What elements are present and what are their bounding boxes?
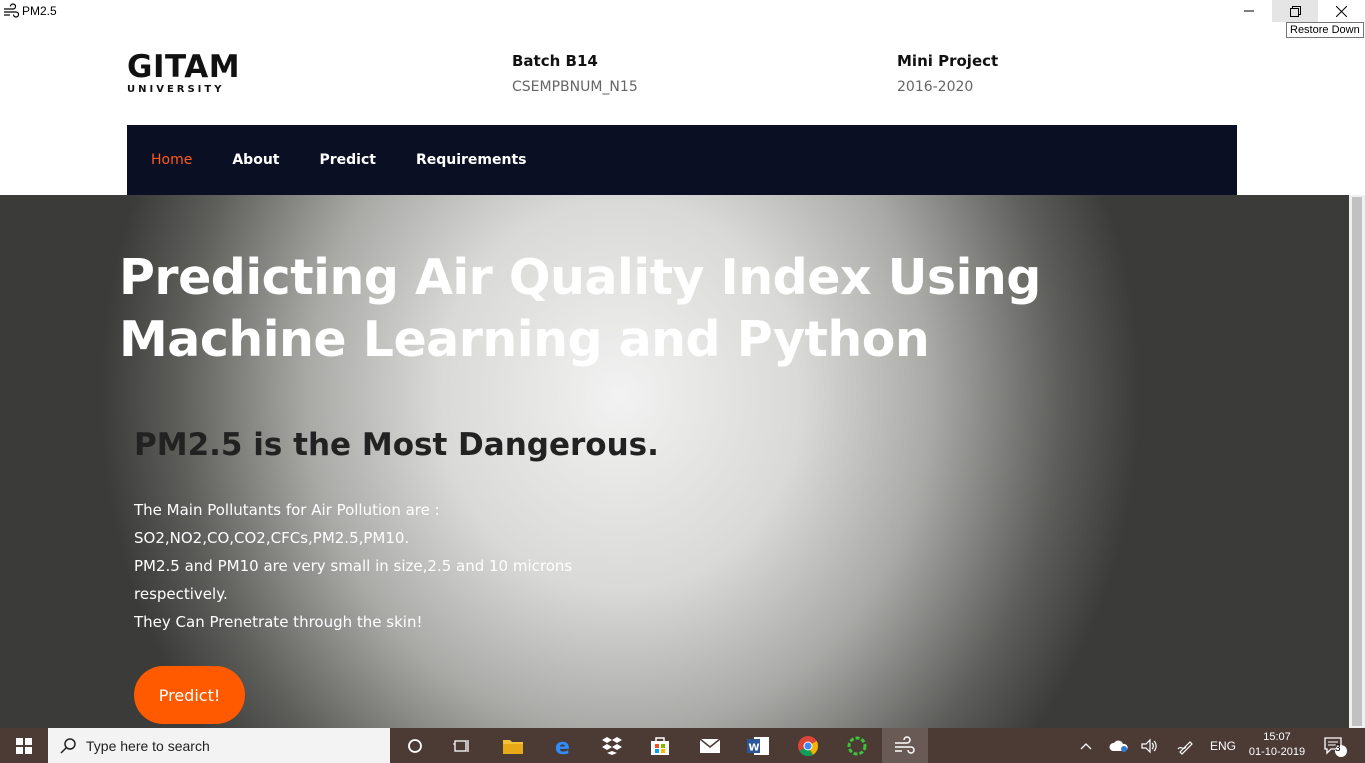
chrome-button[interactable] bbox=[785, 728, 831, 763]
hero-line: The Main Pollutants for Air Pollution ar… bbox=[134, 501, 440, 519]
edge-button[interactable]: e bbox=[541, 728, 587, 763]
taskbar: Type here to search e W ENG 15:07 01-10-… bbox=[0, 728, 1365, 763]
close-icon bbox=[1335, 5, 1347, 17]
cortana-icon bbox=[408, 738, 422, 753]
taskbar-search[interactable]: Type here to search bbox=[48, 728, 390, 763]
restore-down-button[interactable] bbox=[1272, 0, 1318, 22]
dropbox-button[interactable] bbox=[589, 728, 635, 763]
batch-title: Batch B14 bbox=[512, 52, 598, 70]
task-view-button[interactable] bbox=[439, 728, 485, 763]
nav-requirements[interactable]: Requirements bbox=[416, 152, 527, 168]
wind-icon bbox=[4, 3, 20, 18]
word-icon: W bbox=[747, 736, 769, 755]
logo-sub-text: UNIVERSITY bbox=[127, 84, 225, 95]
close-button[interactable] bbox=[1318, 0, 1364, 22]
cloud-sync-icon bbox=[1109, 740, 1128, 752]
restore-down-tooltip: Restore Down bbox=[1286, 22, 1364, 38]
store-button[interactable] bbox=[637, 728, 683, 763]
nav-about[interactable]: About bbox=[232, 152, 279, 168]
page-scrollbar[interactable] bbox=[1349, 195, 1365, 728]
hero-line: They Can Prenetrate through the skin! bbox=[134, 613, 423, 631]
restore-icon bbox=[1289, 5, 1301, 17]
clock-date: 01-10-2019 bbox=[1248, 746, 1306, 758]
scrollbar-thumb[interactable] bbox=[1352, 197, 1362, 726]
predict-button[interactable]: Predict! bbox=[134, 666, 245, 724]
wind-icon bbox=[895, 735, 915, 754]
dropbox-icon bbox=[602, 736, 622, 755]
pm25-app-button[interactable] bbox=[882, 728, 928, 763]
main-nav: Home About Predict Requirements bbox=[127, 125, 1237, 195]
show-hidden-icons-button[interactable] bbox=[1075, 728, 1097, 763]
volume-icon bbox=[1141, 738, 1157, 753]
edge-icon: e bbox=[555, 735, 570, 757]
hero-line: SO2,NO2,CO,CO2,CFCs,PM2.5,PM10. bbox=[134, 529, 410, 547]
minimize-button[interactable] bbox=[1226, 0, 1272, 22]
start-button[interactable] bbox=[0, 728, 47, 763]
mail-icon bbox=[699, 737, 721, 753]
cortana-button[interactable] bbox=[392, 728, 438, 763]
svg-text:e: e bbox=[555, 735, 570, 757]
hero-description: The Main Pollutants for Air Pollution ar… bbox=[134, 496, 594, 636]
hero-line: PM2.5 and PM10 are very small in size,2.… bbox=[134, 557, 573, 603]
file-explorer-button[interactable] bbox=[490, 728, 536, 763]
project-years: 2016-2020 bbox=[897, 79, 974, 95]
mail-button[interactable] bbox=[687, 728, 733, 763]
language-indicator: ENG bbox=[1209, 738, 1236, 753]
windows-icon bbox=[15, 737, 32, 754]
window-title: PM2.5 bbox=[22, 4, 57, 18]
green-ring-icon bbox=[847, 736, 867, 755]
volume-button[interactable] bbox=[1138, 728, 1162, 763]
gitam-logo[interactable]: GITAM UNIVERSITY bbox=[127, 50, 267, 100]
input-language-button[interactable]: ENG bbox=[1205, 728, 1241, 763]
notification-count: 3 bbox=[1335, 743, 1341, 754]
search-icon bbox=[60, 737, 76, 754]
hero-section: Predicting Air Quality Index Using Machi… bbox=[0, 195, 1349, 728]
batch-info: Batch B14 CSEMPBNUM_N15 bbox=[512, 52, 638, 95]
project-title: Mini Project bbox=[897, 52, 999, 70]
hero-subtitle: PM2.5 is the Most Dangerous. bbox=[134, 427, 659, 463]
app-ring-button[interactable] bbox=[834, 728, 880, 763]
minimize-icon bbox=[1244, 10, 1254, 12]
batch-code: CSEMPBNUM_N15 bbox=[512, 79, 638, 95]
task-view-icon bbox=[453, 739, 469, 752]
svg-text:W: W bbox=[749, 742, 760, 753]
nav-predict[interactable]: Predict bbox=[319, 152, 375, 168]
hero-title: Predicting Air Quality Index Using Machi… bbox=[119, 249, 1041, 368]
chrome-icon bbox=[798, 735, 819, 756]
nav-home[interactable]: Home bbox=[151, 152, 192, 168]
window-titlebar: PM2.5 bbox=[0, 0, 1365, 24]
chevron-up-icon bbox=[1080, 742, 1092, 749]
action-center-button[interactable]: 3 bbox=[1318, 728, 1352, 763]
search-placeholder: Type here to search bbox=[86, 737, 210, 754]
pen-icon bbox=[1177, 740, 1193, 755]
logo-main-text: GITAM bbox=[127, 49, 241, 85]
onedrive-tray-button[interactable] bbox=[1106, 728, 1132, 763]
folder-icon bbox=[503, 739, 523, 754]
store-bag-icon bbox=[651, 736, 669, 755]
project-info: Mini Project 2016-2020 bbox=[897, 52, 998, 95]
taskbar-clock[interactable]: 15:07 01-10-2019 bbox=[1244, 730, 1310, 760]
word-button[interactable]: W bbox=[735, 728, 781, 763]
pen-workspace-button[interactable] bbox=[1174, 728, 1198, 763]
clock-time: 15:07 bbox=[1263, 731, 1291, 743]
